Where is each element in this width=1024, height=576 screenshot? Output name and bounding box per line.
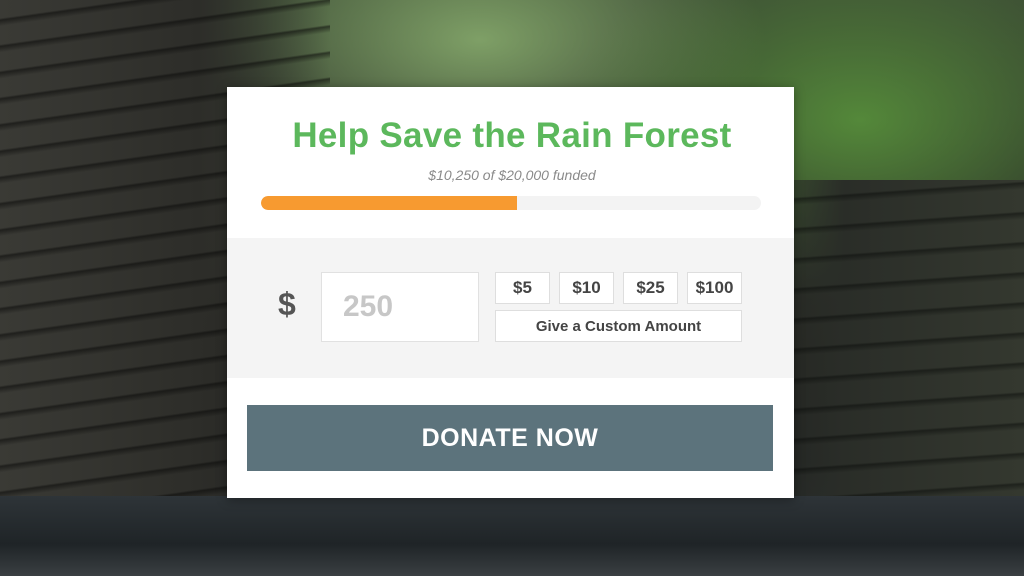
donate-now-button[interactable]: DONATE NOW — [247, 405, 773, 471]
donation-amount-input[interactable] — [321, 272, 479, 342]
preset-amount-5-button[interactable]: $5 — [495, 272, 550, 304]
creek-water — [0, 496, 1024, 576]
funded-status: $10,250 of $20,000 funded — [428, 167, 596, 183]
funding-progress-bar — [261, 196, 761, 210]
amount-panel — [227, 238, 794, 378]
funding-progress-fill — [261, 196, 518, 210]
preset-amount-100-button[interactable]: $100 — [687, 272, 742, 304]
preset-amount-10-button[interactable]: $10 — [559, 272, 614, 304]
campaign-title: Help Save the Rain Forest — [292, 116, 732, 155]
currency-symbol: $ — [278, 286, 296, 322]
custom-amount-button[interactable]: Give a Custom Amount — [495, 310, 742, 342]
preset-amount-25-button[interactable]: $25 — [623, 272, 678, 304]
